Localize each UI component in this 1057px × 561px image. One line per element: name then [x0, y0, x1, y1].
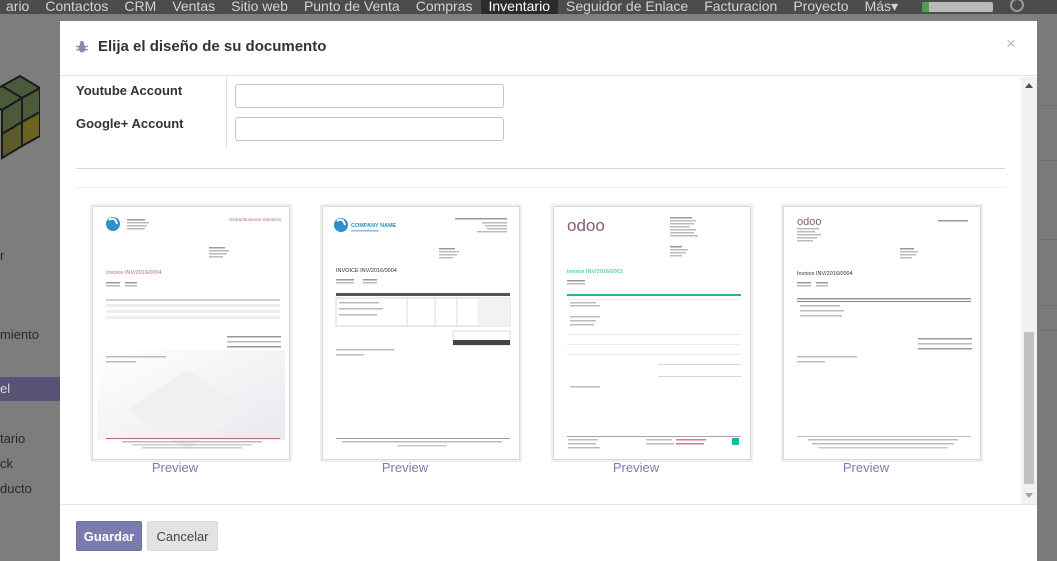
preview-link-4[interactable]: Preview: [767, 460, 965, 475]
modal-footer: Guardar Cancelar: [60, 504, 1037, 561]
template-thumbnail-image: odoo Invoice INV/2016/0004: [797, 216, 972, 449]
layout-template-4[interactable]: odoo Invoice INV/2016/0004: [783, 206, 981, 460]
menu-item-ventas[interactable]: Ventas: [164, 0, 223, 14]
menu-item-mas[interactable]: Más▾: [857, 0, 906, 14]
google-plus-account-label: Google+ Account: [76, 116, 184, 131]
template-thumbnail-image: COMPANY NAME INVOICE INV/2016/0004: [334, 218, 511, 447]
template-thumbnail: COMPANY NAME INVOICE INV/2016/0004: [327, 210, 515, 456]
vertical-scrollbar[interactable]: [1021, 77, 1037, 504]
menu-item-seguidor-de-enlace[interactable]: Seguidor de Enlace: [558, 0, 696, 14]
scroll-down-icon[interactable]: [1025, 493, 1033, 498]
template-thumbnail-image: odoo Invoice INV/2016/0003: [567, 216, 741, 449]
divider: [1037, 330, 1057, 331]
template-thumbnail: odoo Invoice INV/2016/0004: [788, 210, 976, 456]
modal-title: Elija el diseño de su documento: [98, 38, 327, 55]
top-navbar: ario Contactos CRM Ventas Sitio web Punt…: [0, 0, 1057, 14]
sidebar-item-3[interactable]: el: [0, 377, 60, 401]
template-invoice-title: INVOICE INV/2016/0004: [336, 268, 397, 274]
template-invoice-title: Invoice INV/2016/0004: [797, 271, 853, 277]
layout-template-3[interactable]: odoo Invoice INV/2016/0003: [553, 206, 751, 460]
divider: [76, 187, 1005, 188]
scrollbar-thumb[interactable]: [1024, 332, 1034, 484]
save-button[interactable]: Guardar: [76, 521, 142, 551]
divider: [1037, 105, 1057, 106]
divider: [1037, 160, 1057, 161]
progress-bar: [922, 2, 993, 12]
template-thumbnail: odoo Invoice INV/2016/0003: [558, 210, 746, 456]
document-layout-dialog: Elija el diseño de su documento × Youtub…: [60, 21, 1037, 561]
clock-icon[interactable]: [1010, 0, 1024, 12]
bug-icon: [76, 41, 88, 53]
background-sidebar: r miento el tario ck ducto: [0, 14, 60, 561]
sidebar-item-1[interactable]: r: [0, 248, 4, 263]
template-thumbnail: Global Business Solutions Invoice INV/20…: [97, 210, 285, 456]
cancel-button[interactable]: Cancelar: [147, 521, 218, 551]
template-invoice-title: Invoice INV/2016/0004: [106, 270, 162, 276]
menu-item-compras[interactable]: Compras: [408, 0, 481, 14]
sidebar-item-6[interactable]: ducto: [0, 481, 32, 496]
preview-link-2[interactable]: Preview: [306, 460, 504, 475]
company-logo-icon: [0, 74, 40, 160]
menu-item-crm[interactable]: CRM: [116, 0, 164, 14]
preview-link-1[interactable]: Preview: [76, 460, 274, 475]
preview-link-3[interactable]: Preview: [537, 460, 735, 475]
template-company-name: Global Business Solutions: [229, 217, 282, 222]
sidebar-item-4[interactable]: tario: [0, 431, 25, 446]
divider: [76, 168, 1005, 169]
template-company-name: COMPANY NAME: [351, 223, 397, 229]
field-separator: [226, 77, 227, 148]
menu-item-proyecto[interactable]: Proyecto: [785, 0, 856, 14]
app-menu: ario Contactos CRM Ventas Sitio web Punt…: [0, 0, 906, 14]
menu-item-sitio-web[interactable]: Sitio web: [223, 0, 296, 14]
menu-item-inventario[interactable]: Inventario: [480, 0, 558, 14]
modal-header: Elija el diseño de su documento ×: [60, 21, 1037, 76]
odoo-logo: odoo: [797, 216, 821, 228]
divider: [1037, 305, 1057, 306]
menu-item-punto-de-venta[interactable]: Punto de Venta: [296, 0, 408, 14]
sidebar-item-2[interactable]: miento: [0, 327, 39, 342]
menu-item-contactos[interactable]: Contactos: [37, 0, 116, 14]
template-thumbnail-image: Global Business Solutions Invoice INV/20…: [97, 217, 285, 450]
progress-fill: [922, 2, 930, 12]
divider: [1037, 239, 1057, 240]
background-right-panel: [1037, 14, 1057, 561]
youtube-account-label: Youtube Account: [76, 83, 183, 98]
layout-template-2[interactable]: COMPANY NAME INVOICE INV/2016/0004: [322, 206, 520, 460]
menu-item-facturacion[interactable]: Facturacion: [696, 0, 785, 14]
modal-body: Youtube Account Google+ Account Global B…: [60, 77, 1037, 504]
menu-item-ario[interactable]: ario: [0, 0, 37, 14]
scroll-up-icon[interactable]: [1025, 83, 1033, 88]
close-icon[interactable]: ×: [1006, 34, 1016, 54]
layout-template-1[interactable]: Global Business Solutions Invoice INV/20…: [92, 206, 290, 460]
odoo-logo: odoo: [567, 216, 605, 235]
google-plus-account-input[interactable]: [235, 117, 504, 141]
template-invoice-title: Invoice INV/2016/0003: [567, 269, 623, 275]
youtube-account-input[interactable]: [235, 84, 504, 108]
sidebar-item-5[interactable]: ck: [0, 456, 13, 471]
